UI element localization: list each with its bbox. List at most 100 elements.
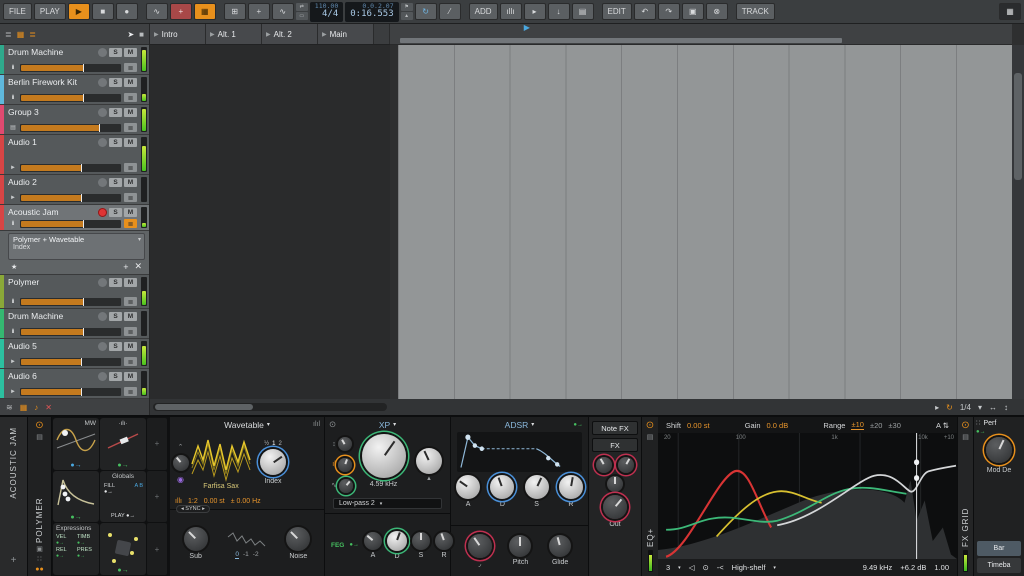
file-menu[interactable]: FILE xyxy=(3,3,32,20)
time-sig-value[interactable]: 4/4 xyxy=(315,10,338,20)
follow-playhead-icon[interactable]: ▸ xyxy=(935,403,939,412)
wavetable-title[interactable]: Wavetable xyxy=(224,420,264,430)
scene-header-intro[interactable]: ▶Intro xyxy=(150,24,205,44)
mod-route-icon[interactable]: ●→ xyxy=(573,422,583,428)
fill-control[interactable]: FILL●→ xyxy=(104,483,115,495)
range-30[interactable]: ±30 xyxy=(888,421,900,430)
remote-controls-icon[interactable]: ▣ xyxy=(36,546,43,553)
volume-fader[interactable] xyxy=(20,388,121,396)
fader-handle[interactable] xyxy=(83,64,84,72)
unison-selector[interactable]: ½ 1 2 xyxy=(264,441,282,448)
grid-caret-icon[interactable]: ▾ xyxy=(978,403,982,412)
list-view-icon[interactable]: ≣ xyxy=(29,30,36,39)
browser-icon[interactable]: ▤ xyxy=(572,3,594,20)
track-menu-icon[interactable]: ≣ xyxy=(124,387,137,396)
shift-value[interactable]: 0.00 st xyxy=(687,421,710,430)
timebase-button[interactable]: Timeba xyxy=(977,558,1021,573)
arrow-swap-icon2[interactable]: ▭ xyxy=(296,12,308,20)
track-row[interactable]: Group 3SM▤≣ xyxy=(0,105,149,135)
scene-header-main[interactable]: ▶Main xyxy=(318,24,373,44)
mute-button[interactable]: M xyxy=(124,342,137,351)
mod-route-icon[interactable]: ●→ xyxy=(70,462,81,469)
arrow-swap-icon[interactable]: ⇄ xyxy=(296,3,308,11)
track-row[interactable]: Berlin Firework KitSMıllı≣ xyxy=(0,75,149,105)
phase-icon[interactable]: ◉ xyxy=(177,475,184,484)
glide-knob[interactable] xyxy=(549,535,571,557)
track-name[interactable]: Audio 1 xyxy=(8,137,96,147)
cue-marker-icon[interactable]: ▸ xyxy=(524,3,546,20)
gain-value[interactable]: 0.0 dB xyxy=(767,421,789,430)
add-menu[interactable]: ADD xyxy=(469,3,498,20)
fader-handle[interactable] xyxy=(83,94,84,102)
fader-handle[interactable] xyxy=(83,298,84,306)
mute-button[interactable]: M xyxy=(124,138,137,147)
track-name[interactable]: Berlin Firework Kit xyxy=(8,77,96,87)
note-icon[interactable]: ♪ xyxy=(34,403,38,412)
octave-option[interactable]: -1 xyxy=(243,551,249,559)
solo-button[interactable]: S xyxy=(109,342,122,351)
track-row[interactable]: Drum MachineSMıllı≣ xyxy=(0,309,149,339)
bar-button[interactable]: Bar xyxy=(977,541,1021,556)
feg-s-knob[interactable] xyxy=(412,532,430,550)
grid-view-icon[interactable]: ▦ xyxy=(17,30,25,39)
solo-button[interactable]: S xyxy=(109,138,122,147)
volume-fader[interactable] xyxy=(20,164,121,172)
unison-option[interactable]: ½ xyxy=(264,441,269,448)
volume-fader[interactable] xyxy=(20,194,121,202)
keytrack-knob[interactable] xyxy=(338,458,352,472)
track-menu-icon[interactable]: ≣ xyxy=(124,63,137,72)
close-icon[interactable]: ✕ xyxy=(45,403,52,412)
remove-chain-icon[interactable]: ✕ xyxy=(134,261,142,272)
slash-button[interactable]: ⁄ xyxy=(439,3,461,20)
record-arm-button[interactable] xyxy=(98,108,107,117)
tempo-display[interactable]: 110.00 4/4 xyxy=(310,2,343,22)
modulators-icon[interactable]: ∷ xyxy=(37,556,41,563)
track-row[interactable]: Drum MachineSMıllı≣ xyxy=(0,45,149,75)
sub-knob[interactable] xyxy=(184,527,208,551)
launcher-hscrollbar[interactable] xyxy=(153,403,387,411)
vscroll-thumb[interactable] xyxy=(1014,73,1022,179)
track-row[interactable]: Audio 2SM►≣ xyxy=(0,175,149,205)
star-icon[interactable]: ★ xyxy=(11,263,17,271)
track-name[interactable]: Audio 2 xyxy=(8,177,96,187)
env-s-knob[interactable] xyxy=(525,475,549,499)
import-icon[interactable]: ↓ xyxy=(548,3,570,20)
track-row[interactable]: Audio 1SM►≣ xyxy=(0,135,149,175)
delete-icon[interactable]: ⊗ xyxy=(706,3,728,20)
range-20[interactable]: ±20 xyxy=(870,421,882,430)
band-gain[interactable]: +6.2 dB xyxy=(900,563,926,572)
ratio-value[interactable]: 1:2 xyxy=(188,498,198,505)
scene-play-icon[interactable]: ▶ xyxy=(322,31,327,38)
auto-listen-icon[interactable]: A ⇅ xyxy=(936,421,949,430)
track-list-icon[interactable]: ≣ xyxy=(5,30,12,39)
volume-fader[interactable] xyxy=(20,124,121,132)
vzoom-icon[interactable]: ↕ xyxy=(1004,403,1008,412)
feg-a-knob[interactable] xyxy=(364,532,382,550)
layered-edit-icon[interactable]: ⊞ xyxy=(224,3,246,20)
freq-value[interactable]: ± 0.00 Hz xyxy=(231,498,261,505)
listen-icon[interactable]: ◁ xyxy=(689,563,695,572)
mute-button[interactable]: M xyxy=(124,278,137,287)
track-menu[interactable]: TRACK xyxy=(736,3,775,20)
band-number[interactable]: 3 xyxy=(666,563,670,572)
solo-button[interactable]: S xyxy=(109,78,122,87)
feg-r-knob[interactable] xyxy=(435,532,453,550)
pres-control[interactable]: PRES●→ xyxy=(77,547,96,559)
record-arm-button[interactable] xyxy=(98,312,107,321)
band-type[interactable]: High-shelf xyxy=(732,563,766,572)
hzoom-icon[interactable]: ↔ xyxy=(989,403,997,412)
undo-icon[interactable]: ↶ xyxy=(634,3,656,20)
record-arm-button[interactable] xyxy=(98,372,107,381)
fader-handle[interactable] xyxy=(81,358,82,366)
cursor-tool-icon[interactable]: ➤ xyxy=(127,30,134,39)
record-arm-button[interactable] xyxy=(98,208,107,217)
panel-toggle-button[interactable]: ▦ xyxy=(999,3,1021,20)
follow-toggles[interactable]: ⇄ ▭ xyxy=(296,3,308,20)
caret-icon[interactable]: ▾ xyxy=(393,421,396,428)
record-arm-button[interactable] xyxy=(98,78,107,87)
device-chain-selector[interactable]: Polymer + WavetableIndex▾ xyxy=(8,233,145,260)
instrument-icon[interactable]: ıllı xyxy=(500,3,522,20)
feg-label[interactable]: FEG xyxy=(331,542,344,549)
stop-button[interactable]: ■ xyxy=(92,3,114,20)
feg-d-knob[interactable] xyxy=(387,531,407,551)
